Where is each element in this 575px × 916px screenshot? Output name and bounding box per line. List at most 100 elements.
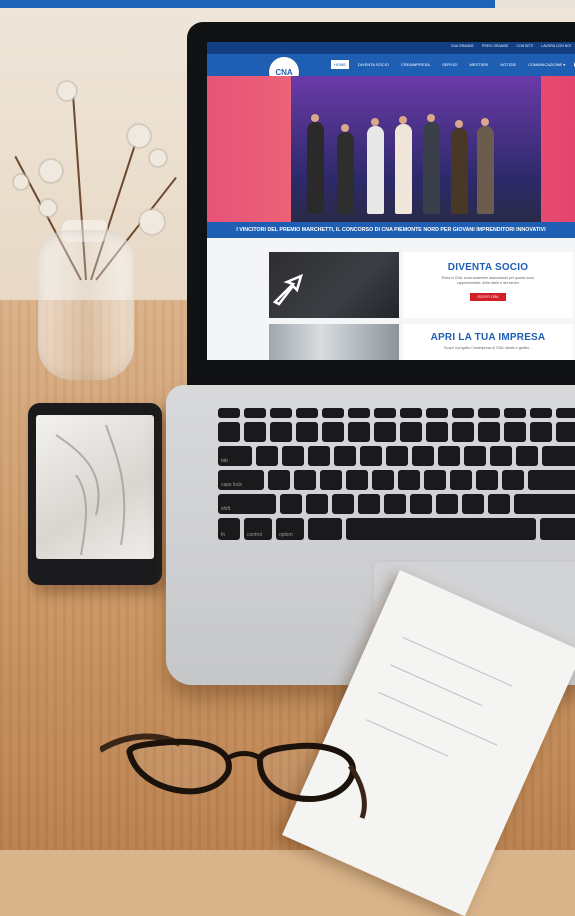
key-label: tab bbox=[221, 458, 228, 464]
fn-key[interactable]: fn bbox=[218, 518, 240, 540]
top-link[interactable]: LAVORA CON NOI bbox=[541, 44, 571, 48]
top-link[interactable]: CNA GRANDE bbox=[451, 44, 474, 48]
control-key[interactable]: control bbox=[244, 518, 272, 540]
notebook-line bbox=[378, 691, 498, 746]
iscriviti-button[interactable]: ISCRITI ORA bbox=[470, 293, 506, 301]
key[interactable] bbox=[270, 408, 292, 418]
key[interactable] bbox=[478, 408, 500, 418]
top-link[interactable]: CONTATTI bbox=[516, 44, 533, 48]
key[interactable] bbox=[452, 422, 474, 442]
option-key[interactable]: option bbox=[276, 518, 304, 540]
nav-item-mestieri[interactable]: MESTIERI bbox=[466, 60, 491, 69]
top-link[interactable]: PREVI GRANDE bbox=[482, 44, 508, 48]
key[interactable] bbox=[478, 422, 500, 442]
key[interactable] bbox=[348, 422, 370, 442]
key[interactable] bbox=[346, 470, 368, 490]
key[interactable] bbox=[424, 470, 446, 490]
phone-screen bbox=[36, 415, 154, 559]
key[interactable] bbox=[256, 446, 278, 466]
key[interactable] bbox=[270, 422, 292, 442]
key[interactable] bbox=[332, 494, 354, 514]
card-image-impresa[interactable] bbox=[269, 324, 399, 360]
dried-flower bbox=[150, 150, 166, 166]
key[interactable] bbox=[280, 494, 302, 514]
key[interactable] bbox=[372, 470, 394, 490]
key[interactable] bbox=[438, 446, 460, 466]
nav-item-home[interactable]: HOME bbox=[331, 60, 349, 69]
phone-screen-reflection bbox=[55, 424, 126, 556]
key[interactable] bbox=[358, 494, 380, 514]
key[interactable] bbox=[322, 422, 344, 442]
key[interactable] bbox=[504, 422, 526, 442]
key[interactable] bbox=[386, 446, 408, 466]
key[interactable] bbox=[490, 446, 512, 466]
nav-item-creaimpresa[interactable]: CREAIMPRESA bbox=[398, 60, 433, 69]
site-top-links: CNA GRANDE PREVI GRANDE CONTATTI LAVORA … bbox=[451, 44, 571, 48]
key[interactable] bbox=[412, 446, 434, 466]
dried-flower bbox=[14, 175, 28, 189]
key[interactable] bbox=[334, 446, 356, 466]
nav-item-servizi[interactable]: SERVIZI bbox=[439, 60, 461, 69]
person bbox=[367, 126, 384, 214]
key[interactable] bbox=[296, 408, 318, 418]
key[interactable] bbox=[374, 422, 396, 442]
key[interactable] bbox=[530, 408, 552, 418]
caps-lock-key[interactable]: caps lock bbox=[218, 470, 264, 490]
key[interactable] bbox=[436, 494, 458, 514]
shift-key[interactable]: shift bbox=[218, 494, 276, 514]
key[interactable] bbox=[452, 408, 474, 418]
key[interactable] bbox=[516, 446, 538, 466]
key[interactable] bbox=[282, 446, 304, 466]
key[interactable] bbox=[244, 408, 266, 418]
key[interactable] bbox=[244, 422, 266, 442]
key-label: option bbox=[279, 532, 293, 538]
tab-key[interactable]: tab bbox=[218, 446, 252, 466]
nav-item-diventa-socio[interactable]: DIVENTA SOCIO bbox=[355, 60, 392, 69]
key[interactable] bbox=[542, 446, 575, 466]
nav-item-notizie[interactable]: NOTIZIE bbox=[497, 60, 519, 69]
key[interactable] bbox=[464, 446, 486, 466]
person bbox=[451, 128, 468, 214]
key[interactable] bbox=[528, 470, 575, 490]
command-key[interactable] bbox=[540, 518, 575, 540]
key[interactable] bbox=[410, 494, 432, 514]
key[interactable] bbox=[426, 408, 448, 418]
key[interactable] bbox=[308, 446, 330, 466]
person-head bbox=[455, 120, 463, 128]
key[interactable] bbox=[294, 470, 316, 490]
person-head bbox=[399, 116, 407, 124]
key[interactable] bbox=[400, 408, 422, 418]
key[interactable] bbox=[530, 422, 552, 442]
notebook-line bbox=[402, 637, 513, 687]
key[interactable] bbox=[218, 422, 240, 442]
key[interactable] bbox=[504, 408, 526, 418]
hero-caption[interactable]: I VINCITORI DEL PREMIO MARCHETTI, IL CON… bbox=[207, 222, 575, 238]
nav-item-comunicazione[interactable]: COMUNICAZIONE ▾ bbox=[525, 60, 568, 69]
key[interactable] bbox=[360, 446, 382, 466]
key[interactable] bbox=[462, 494, 484, 514]
key[interactable] bbox=[296, 422, 318, 442]
key[interactable] bbox=[556, 422, 575, 442]
key[interactable] bbox=[218, 408, 240, 418]
key[interactable] bbox=[476, 470, 498, 490]
key[interactable] bbox=[348, 408, 370, 418]
space-bar[interactable] bbox=[346, 518, 536, 540]
key[interactable] bbox=[384, 494, 406, 514]
key[interactable] bbox=[488, 494, 510, 514]
key[interactable] bbox=[514, 494, 575, 514]
key[interactable] bbox=[426, 422, 448, 442]
key[interactable] bbox=[268, 470, 290, 490]
card-title: DIVENTA SOCIO bbox=[447, 262, 529, 273]
key[interactable] bbox=[502, 470, 524, 490]
key[interactable] bbox=[306, 494, 328, 514]
key[interactable] bbox=[320, 470, 342, 490]
key[interactable] bbox=[322, 408, 344, 418]
key[interactable] bbox=[398, 470, 420, 490]
key-label: control bbox=[247, 532, 263, 538]
key[interactable] bbox=[556, 408, 575, 418]
key[interactable] bbox=[450, 470, 472, 490]
key[interactable] bbox=[400, 422, 422, 442]
site-nav-menu: HOME DIVENTA SOCIO CREAIMPRESA SERVIZI M… bbox=[331, 60, 575, 69]
command-key[interactable] bbox=[308, 518, 342, 540]
key[interactable] bbox=[374, 408, 396, 418]
